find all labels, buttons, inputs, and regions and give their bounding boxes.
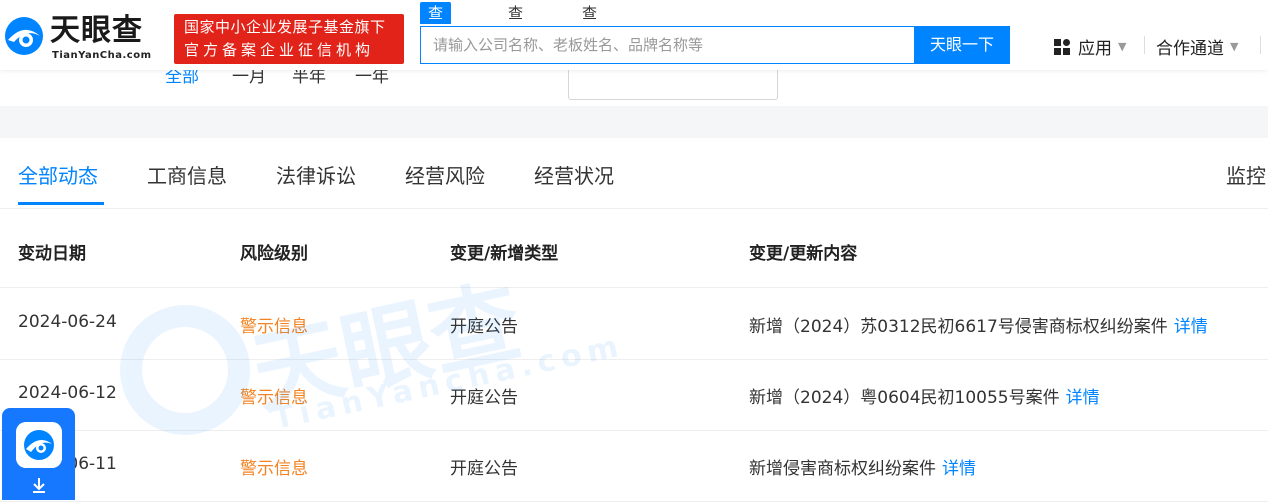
active-tab-indicator xyxy=(18,202,104,205)
top-header: 天眼查 TianYanCha.com 国家中小企业发展子基金旗下 官方备案企业征… xyxy=(0,0,1268,70)
nav-apps-menu[interactable]: 应用 ▼ xyxy=(1052,34,1126,59)
nav-coop-menu[interactable]: 合作通道 ▼ xyxy=(1156,34,1238,59)
row-change-content: 新增侵害商标权纠纷案件 详情 xyxy=(749,454,976,479)
nav-divider xyxy=(1144,36,1145,54)
row-content-text: 新增（2024）粤0604民初10055号案件 xyxy=(749,388,1060,408)
row-date: 2024-06-12 xyxy=(18,383,117,403)
app-download-widget[interactable] xyxy=(2,408,75,500)
col-date: 变动日期 xyxy=(18,244,86,264)
table-header: 变动日期 风险级别 变更/新增类型 变更/更新内容 xyxy=(0,209,1268,288)
app-logo-icon xyxy=(16,422,62,468)
search-input[interactable] xyxy=(421,27,913,63)
certification-badge: 国家中小企业发展子基金旗下 官方备案企业征信机构 xyxy=(174,14,404,64)
row-content-text: 新增（2024）苏0312民初6617号侵害商标权纠纷案件 xyxy=(749,317,1168,337)
filter-one-year[interactable]: 一年 xyxy=(355,70,389,87)
monitor-link[interactable]: 监控 xyxy=(1226,160,1266,189)
logo-text-cn: 天眼查 xyxy=(50,13,143,48)
dynamic-tabs: 全部动态 工商信息 法律诉讼 经营风险 经营状况 监控 xyxy=(0,138,1268,209)
tab-all-dynamics[interactable]: 全部动态 xyxy=(18,160,98,189)
custom-date-range-button[interactable] xyxy=(568,70,778,100)
search-tab-relation[interactable]: 查关系 xyxy=(574,2,605,66)
tab-operating-status[interactable]: 经营状况 xyxy=(534,160,614,189)
filter-one-month[interactable]: 一月 xyxy=(232,70,266,87)
badge-line-2: 官方备案企业征信机构 xyxy=(184,41,375,59)
logo-eye-icon xyxy=(5,17,43,55)
search-button[interactable]: 天眼一下 xyxy=(914,26,1010,64)
download-icon xyxy=(33,478,45,493)
row-risk-level: 警示信息 xyxy=(240,459,308,479)
tab-business-info[interactable]: 工商信息 xyxy=(147,160,227,189)
search-tab-boss[interactable]: 查老板 xyxy=(500,2,531,66)
col-change-type: 变更/新增类型 xyxy=(450,244,559,264)
filter-half-year[interactable]: 半年 xyxy=(292,70,326,87)
nav-divider xyxy=(1260,36,1261,54)
time-filter-row: 全部 一月 半年 一年 xyxy=(0,70,1268,106)
row-change-type: 开庭公告 xyxy=(450,459,518,479)
table-row: 2024-06-11 警示信息 开庭公告 新增侵害商标权纠纷案件详情 xyxy=(0,430,1268,502)
col-change-content: 变更/更新内容 xyxy=(749,244,858,264)
table-row: 2024-06-24 警示信息 开庭公告 新增（2024）苏0312民初6617… xyxy=(0,288,1268,360)
section-spacer xyxy=(0,106,1268,138)
table-row: 2024-06-12 警示信息 开庭公告 新增（2024）粤0604民初1005… xyxy=(0,359,1268,431)
row-change-content: 新增（2024）粤0604民初10055号案件 详情 xyxy=(749,383,1100,408)
detail-link[interactable]: 详情 xyxy=(1174,317,1208,337)
nav-coop-label: 合作通道 xyxy=(1156,39,1224,59)
site-logo[interactable]: 天眼查 TianYanCha.com xyxy=(0,12,165,64)
tab-operating-risk[interactable]: 经营风险 xyxy=(405,160,485,189)
search-tab-company[interactable]: 查公司 xyxy=(420,2,452,66)
logo-text-en: TianYanCha.com xyxy=(52,50,152,61)
row-risk-level: 警示信息 xyxy=(240,317,308,337)
detail-link[interactable]: 详情 xyxy=(1066,388,1100,408)
apps-grid-icon xyxy=(1054,38,1070,55)
row-risk-level: 警示信息 xyxy=(240,388,308,408)
filter-all[interactable]: 全部 xyxy=(165,70,199,87)
row-date: 2024-06-24 xyxy=(18,312,117,332)
row-change-type: 开庭公告 xyxy=(450,388,518,408)
caret-down-icon: ▼ xyxy=(1118,40,1127,53)
badge-line-1: 国家中小企业发展子基金旗下 xyxy=(184,18,386,36)
nav-apps-label: 应用 xyxy=(1078,39,1112,59)
tab-legal[interactable]: 法律诉讼 xyxy=(276,160,356,189)
detail-link[interactable]: 详情 xyxy=(942,459,976,479)
row-content-text: 新增侵害商标权纠纷案件 xyxy=(749,459,936,479)
search-box: 天眼一下 xyxy=(420,26,1010,64)
row-change-content: 新增（2024）苏0312民初6617号侵害商标权纠纷案件 详情 xyxy=(749,312,1208,337)
col-risk-level: 风险级别 xyxy=(240,244,308,264)
row-change-type: 开庭公告 xyxy=(450,317,518,337)
caret-down-icon: ▼ xyxy=(1230,40,1239,53)
